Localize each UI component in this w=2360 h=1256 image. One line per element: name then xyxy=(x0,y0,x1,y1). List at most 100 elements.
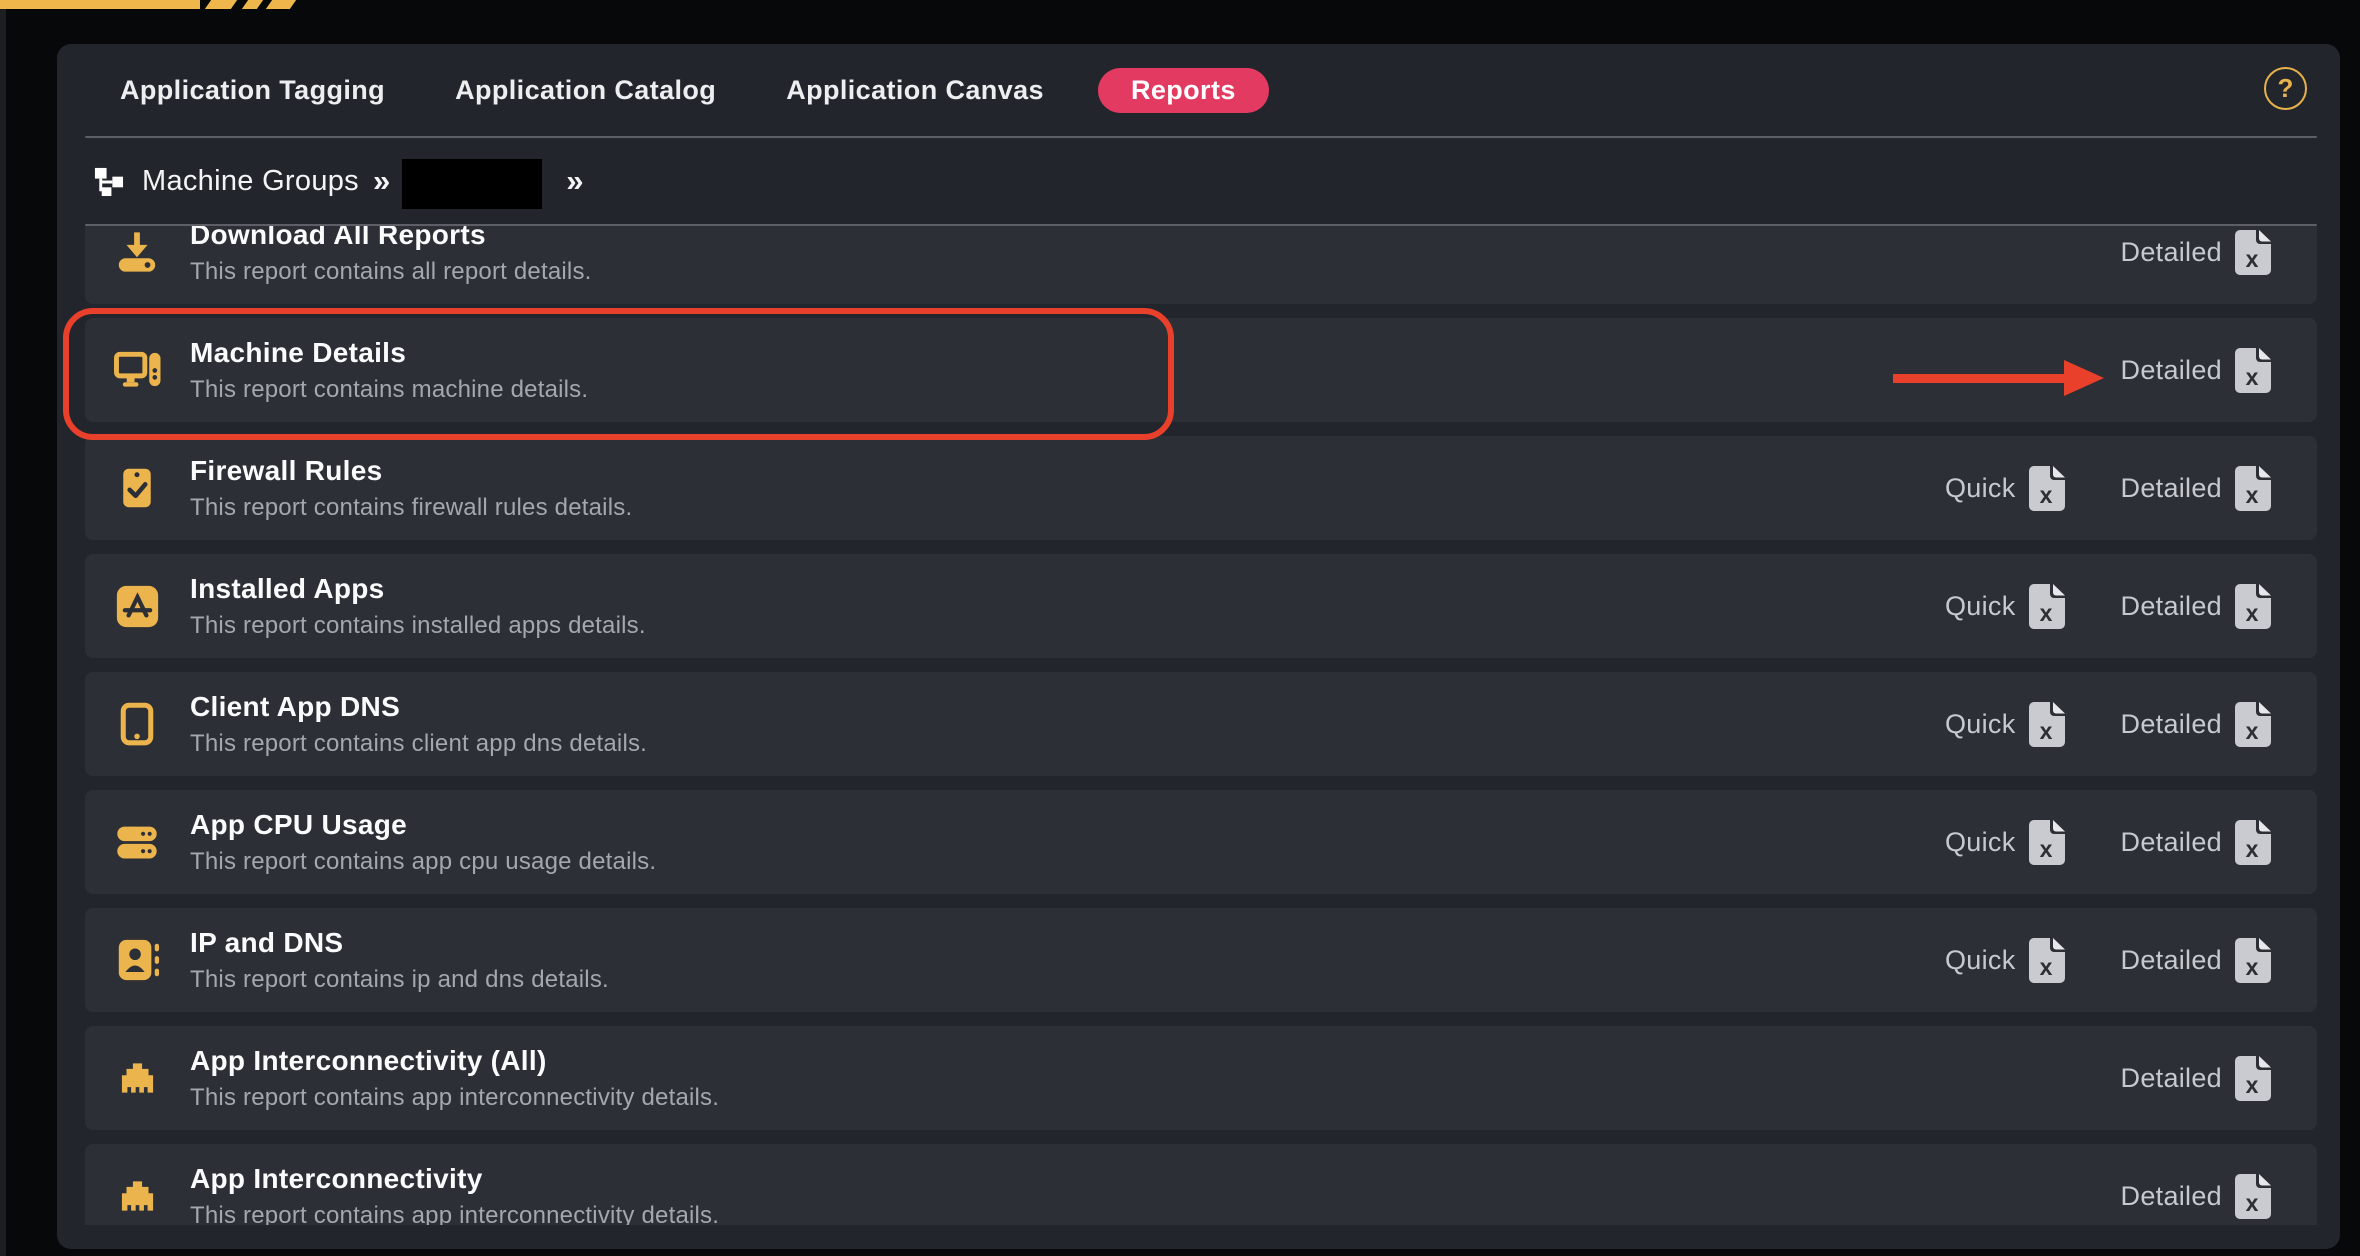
detailed-download-button[interactable]: Detailed x xyxy=(2121,1056,2271,1101)
report-description: This report contains app interconnectivi… xyxy=(190,1084,719,1112)
report-title: App CPU Usage xyxy=(190,809,656,841)
report-text: Client App DNS This report contains clie… xyxy=(190,691,647,758)
svg-text:x: x xyxy=(2246,1190,2259,1216)
report-text: App CPU Usage This report contains app c… xyxy=(190,809,656,876)
excel-file-icon: x xyxy=(2235,1174,2271,1219)
report-text: IP and DNS This report contains ip and d… xyxy=(190,927,609,994)
report-title: Machine Details xyxy=(190,337,588,369)
quick-label: Quick xyxy=(1945,709,2016,740)
brand-stripe-logo xyxy=(242,0,263,9)
excel-file-icon: x xyxy=(2235,1056,2271,1101)
report-text: Machine Details This report contains mac… xyxy=(190,337,588,404)
svg-text:x: x xyxy=(2246,364,2259,390)
detailed-label: Detailed xyxy=(2121,1063,2222,1094)
report-title: IP and DNS xyxy=(190,927,609,959)
detailed-download-button[interactable]: Detailed x xyxy=(2121,466,2271,511)
tab-application-canvas[interactable]: Application Canvas xyxy=(786,75,1044,106)
download-icon xyxy=(113,230,161,275)
quick-download-button[interactable]: Quick x xyxy=(1945,584,2065,629)
excel-file-icon: x xyxy=(2235,702,2271,747)
report-description: This report contains ip and dns details. xyxy=(190,966,609,994)
report-description: This report contains app interconnectivi… xyxy=(190,1202,719,1226)
report-row: App Interconnectivity (All) This report … xyxy=(85,1026,2317,1130)
report-row: Client App DNS This report contains clie… xyxy=(85,672,2317,776)
detailed-label: Detailed xyxy=(2121,591,2222,622)
chevron-right-separator: » xyxy=(566,163,583,199)
report-description: This report contains firewall rules deta… xyxy=(190,494,632,522)
report-actions: Quick x Detailed x xyxy=(1945,938,2271,983)
excel-file-icon: x xyxy=(2029,938,2065,983)
report-actions: Detailed x xyxy=(2121,1174,2271,1219)
detailed-download-button[interactable]: Detailed x xyxy=(2121,348,2271,393)
svg-text:x: x xyxy=(2039,600,2052,626)
report-row: Machine Details This report contains mac… xyxy=(85,318,2317,422)
chevron-right-separator: » xyxy=(373,163,390,199)
quick-download-button[interactable]: Quick x xyxy=(1945,820,2065,865)
quick-label: Quick xyxy=(1945,945,2016,976)
detailed-label: Detailed xyxy=(2121,709,2222,740)
breadcrumb-root[interactable]: Machine Groups xyxy=(142,165,359,198)
excel-file-icon: x xyxy=(2235,466,2271,511)
report-title: App Interconnectivity xyxy=(190,1163,719,1195)
clipboard-check-icon xyxy=(113,465,161,511)
detailed-download-button[interactable]: Detailed x xyxy=(2121,230,2271,275)
desktop-tower-icon xyxy=(113,348,161,393)
detailed-download-button[interactable]: Detailed x xyxy=(2121,584,2271,629)
detailed-download-button[interactable]: Detailed x xyxy=(2121,1174,2271,1219)
report-description: This report contains client app dns deta… xyxy=(190,730,647,758)
report-text: Download All Reports This report contain… xyxy=(190,226,592,286)
brand-stripe-logo xyxy=(205,0,237,9)
detailed-download-button[interactable]: Detailed x xyxy=(2121,702,2271,747)
tab-application-catalog[interactable]: Application Catalog xyxy=(455,75,716,106)
machine-groups-icon xyxy=(93,166,124,197)
quick-download-button[interactable]: Quick x xyxy=(1945,466,2065,511)
report-title: Download All Reports xyxy=(190,226,592,251)
detailed-label: Detailed xyxy=(2121,473,2222,504)
detailed-label: Detailed xyxy=(2121,355,2222,386)
report-list: Download All Reports This report contain… xyxy=(85,226,2317,1225)
svg-text:x: x xyxy=(2246,600,2259,626)
svg-text:x: x xyxy=(2246,718,2259,744)
quick-label: Quick xyxy=(1945,473,2016,504)
excel-file-icon: x xyxy=(2235,348,2271,393)
report-description: This report contains installed apps deta… xyxy=(190,612,646,640)
report-row: App Interconnectivity This report contai… xyxy=(85,1144,2317,1225)
quick-download-button[interactable]: Quick x xyxy=(1945,938,2065,983)
excel-file-icon: x xyxy=(2029,584,2065,629)
svg-text:x: x xyxy=(2039,836,2052,862)
report-title: Firewall Rules xyxy=(190,455,632,487)
tab-reports[interactable]: Reports xyxy=(1098,68,1269,113)
contact-book-icon xyxy=(113,937,161,983)
report-description: This report contains app cpu usage detai… xyxy=(190,848,656,876)
quick-label: Quick xyxy=(1945,591,2016,622)
svg-text:x: x xyxy=(2039,482,2052,508)
detailed-label: Detailed xyxy=(2121,1181,2222,1212)
quick-download-button[interactable]: Quick x xyxy=(1945,702,2065,747)
report-text: App Interconnectivity (All) This report … xyxy=(190,1045,719,1112)
quick-label: Quick xyxy=(1945,827,2016,858)
report-actions: Detailed x xyxy=(2121,1056,2271,1101)
reports-panel: Application Tagging Application Catalog Ap… xyxy=(57,44,2340,1249)
left-edge-strip xyxy=(0,0,6,1256)
app-window: Application Tagging Application Catalog Ap… xyxy=(0,0,2360,1256)
breadcrumb: Machine Groups » » xyxy=(85,138,2317,224)
report-actions: Quick x Detailed x xyxy=(1945,820,2271,865)
redacted-breadcrumb-item[interactable] xyxy=(402,159,542,209)
excel-file-icon: x xyxy=(2029,702,2065,747)
detailed-download-button[interactable]: Detailed x xyxy=(2121,938,2271,983)
tablet-icon xyxy=(113,701,161,747)
svg-text:x: x xyxy=(2246,246,2259,272)
svg-text:x: x xyxy=(2246,954,2259,980)
excel-file-icon: x xyxy=(2235,938,2271,983)
detailed-download-button[interactable]: Detailed x xyxy=(2121,820,2271,865)
svg-text:x: x xyxy=(2246,1072,2259,1098)
report-title: Installed Apps xyxy=(190,573,646,605)
report-row: App CPU Usage This report contains app c… xyxy=(85,790,2317,894)
svg-text:x: x xyxy=(2039,718,2052,744)
excel-file-icon: x xyxy=(2029,820,2065,865)
help-button[interactable]: ? xyxy=(2264,67,2307,110)
report-description: This report contains machine details. xyxy=(190,376,588,404)
report-row: IP and DNS This report contains ip and d… xyxy=(85,908,2317,1012)
app-store-icon xyxy=(113,584,161,629)
tab-application-tagging[interactable]: Application Tagging xyxy=(120,75,385,106)
